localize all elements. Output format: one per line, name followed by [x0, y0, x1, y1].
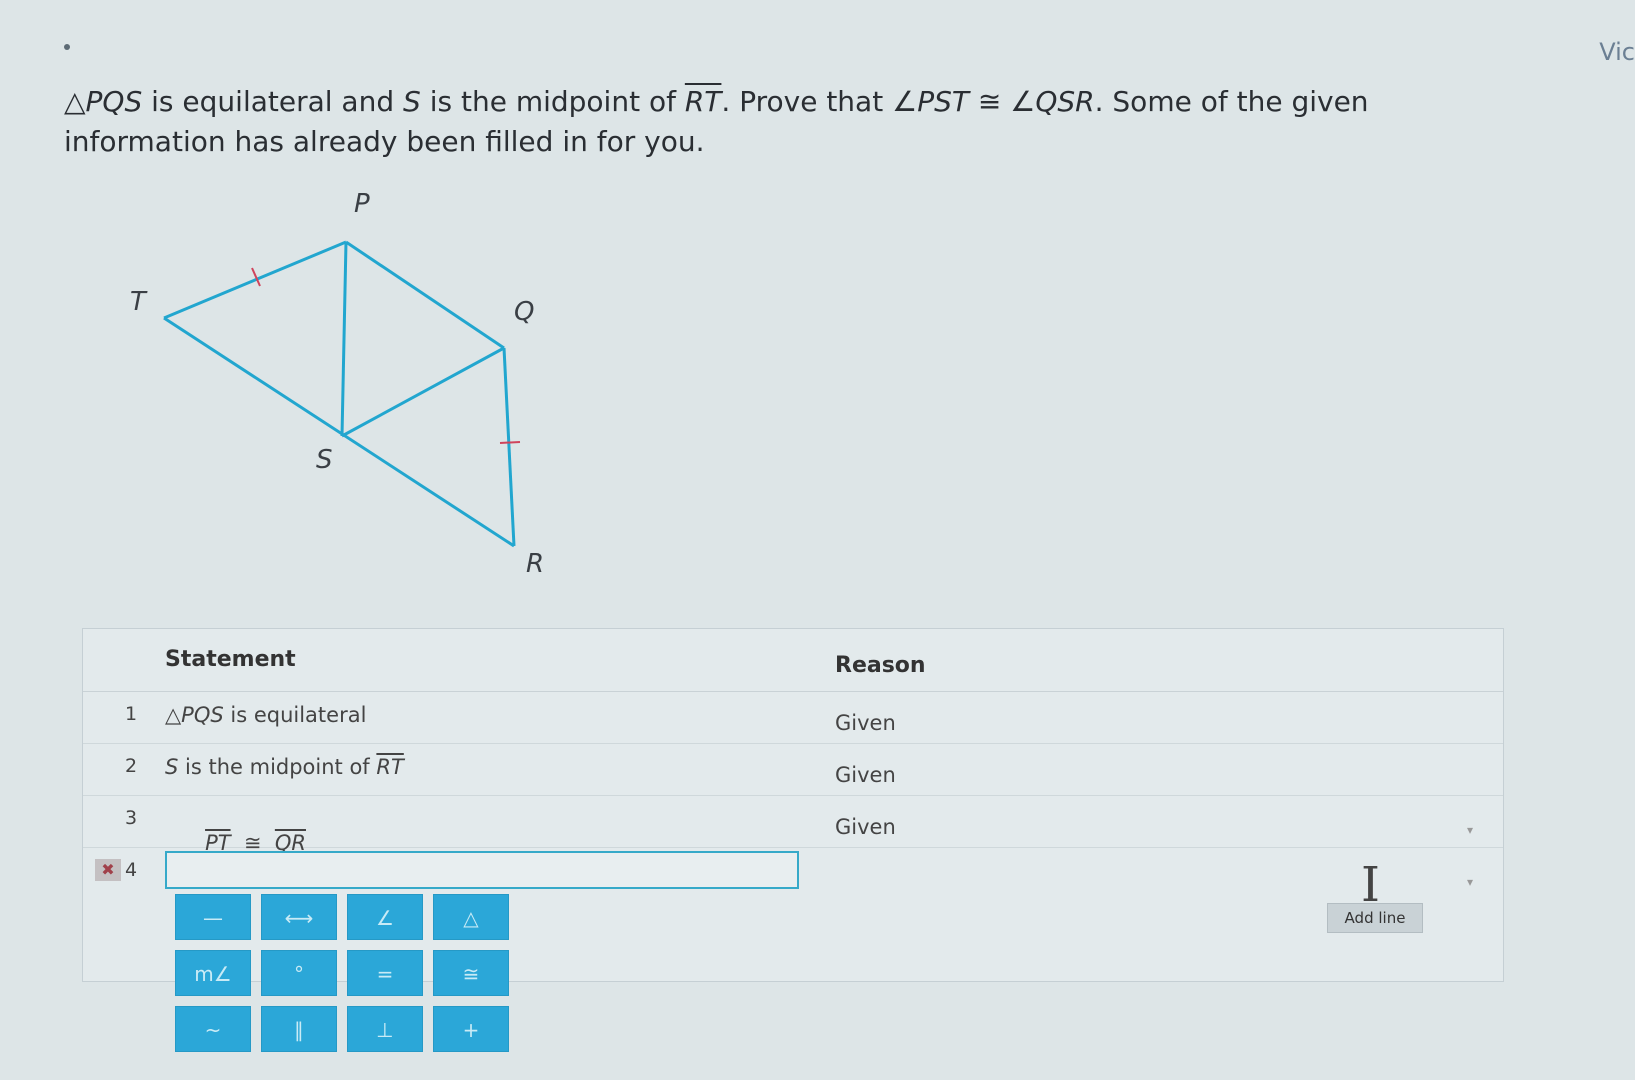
- problem-text: . Prove that ∠: [721, 85, 918, 118]
- statement-column-header: Statement: [165, 647, 296, 672]
- line-button[interactable]: ⟷: [261, 894, 337, 940]
- triangle-button[interactable]: △: [433, 894, 509, 940]
- vertex-label-T: T: [130, 287, 148, 317]
- segment-QR: [502, 347, 516, 547]
- triangle-symbol: △: [165, 703, 182, 727]
- top-right-link[interactable]: Vic: [1599, 38, 1635, 66]
- problem-text: ≅ ∠: [968, 85, 1036, 118]
- row-number: 4: [125, 859, 138, 881]
- bullet-marker: [64, 44, 70, 50]
- segment-button[interactable]: —: [175, 894, 251, 940]
- row-reason: Given: [835, 763, 896, 787]
- segment-name: RT: [684, 85, 722, 118]
- row-number: 3: [125, 807, 138, 829]
- measure-angle-button[interactable]: m∠: [175, 950, 251, 996]
- diagram-svg: P Q R S T: [130, 189, 544, 579]
- segment-name: RT: [376, 755, 404, 779]
- problem-text: is the midpoint of: [420, 85, 685, 118]
- congruent-button[interactable]: ≅: [433, 950, 509, 996]
- row-reason: Given: [835, 711, 896, 735]
- point-name: S: [165, 755, 179, 779]
- proof-row: ✖ 4 ▾ I: [83, 847, 1503, 913]
- equals-button[interactable]: =: [347, 950, 423, 996]
- vertex-label-R: R: [526, 549, 544, 579]
- add-line-button[interactable]: Add line: [1327, 903, 1423, 933]
- segment-QS: [341, 346, 505, 438]
- problem-text: is equilateral and: [142, 85, 404, 118]
- triangle-name: PQS: [85, 85, 143, 118]
- proof-row: 1 △PQS is equilateral Given: [83, 691, 1503, 744]
- row-number: 1: [125, 703, 138, 725]
- row-number: 2: [125, 755, 138, 777]
- angle-button[interactable]: ∠: [347, 894, 423, 940]
- triangle-name: PQS: [181, 703, 224, 727]
- proof-table: Statement Reason 1 △PQS is equilateral G…: [82, 628, 1504, 1052]
- tick-QR: [499, 441, 521, 444]
- proof-row: 3 PT ≅ QR Given ▾: [83, 795, 1503, 855]
- statement-text: is equilateral: [223, 703, 367, 727]
- statement-text: is the midpoint of: [178, 755, 377, 779]
- reason-column-header: Reason: [835, 653, 926, 678]
- plus-button[interactable]: +: [433, 1006, 509, 1052]
- proof-header: Statement Reason: [83, 629, 1503, 692]
- perpendicular-button[interactable]: ⊥: [347, 1006, 423, 1052]
- chevron-down-icon[interactable]: ▾: [1467, 823, 1473, 837]
- angle-name: QSR: [1035, 85, 1095, 118]
- similar-button[interactable]: ~: [175, 1006, 251, 1052]
- vertex-label-Q: Q: [514, 297, 534, 327]
- segment-PQ: [345, 240, 505, 350]
- segment-TR: [163, 316, 515, 548]
- parallel-button[interactable]: ∥: [261, 1006, 337, 1052]
- vertex-label-S: S: [316, 445, 333, 475]
- triangle-symbol: △: [64, 85, 86, 118]
- row-statement: S is the midpoint of RT: [165, 755, 404, 779]
- degree-button[interactable]: °: [261, 950, 337, 996]
- proof-row: 2 S is the midpoint of RT Given: [83, 743, 1503, 796]
- segment-PS: [340, 241, 348, 437]
- problem-statement: △PQS is equilateral and S is the midpoin…: [64, 82, 1524, 162]
- point-name: S: [403, 85, 421, 118]
- congruence-ticks: [251, 267, 521, 444]
- chevron-down-icon[interactable]: ▾: [1467, 875, 1473, 889]
- vertex-label-P: P: [354, 189, 370, 219]
- angle-name: PST: [917, 85, 969, 118]
- reason-dropdown[interactable]: Given: [835, 815, 896, 839]
- delete-row-icon[interactable]: ✖: [95, 859, 121, 881]
- segment-PT: [163, 240, 347, 320]
- statement-input[interactable]: [165, 851, 799, 889]
- diagram-lines: [163, 240, 516, 548]
- geometry-diagram: P Q R S T: [120, 189, 600, 610]
- row-statement: △PQS is equilateral: [165, 703, 366, 727]
